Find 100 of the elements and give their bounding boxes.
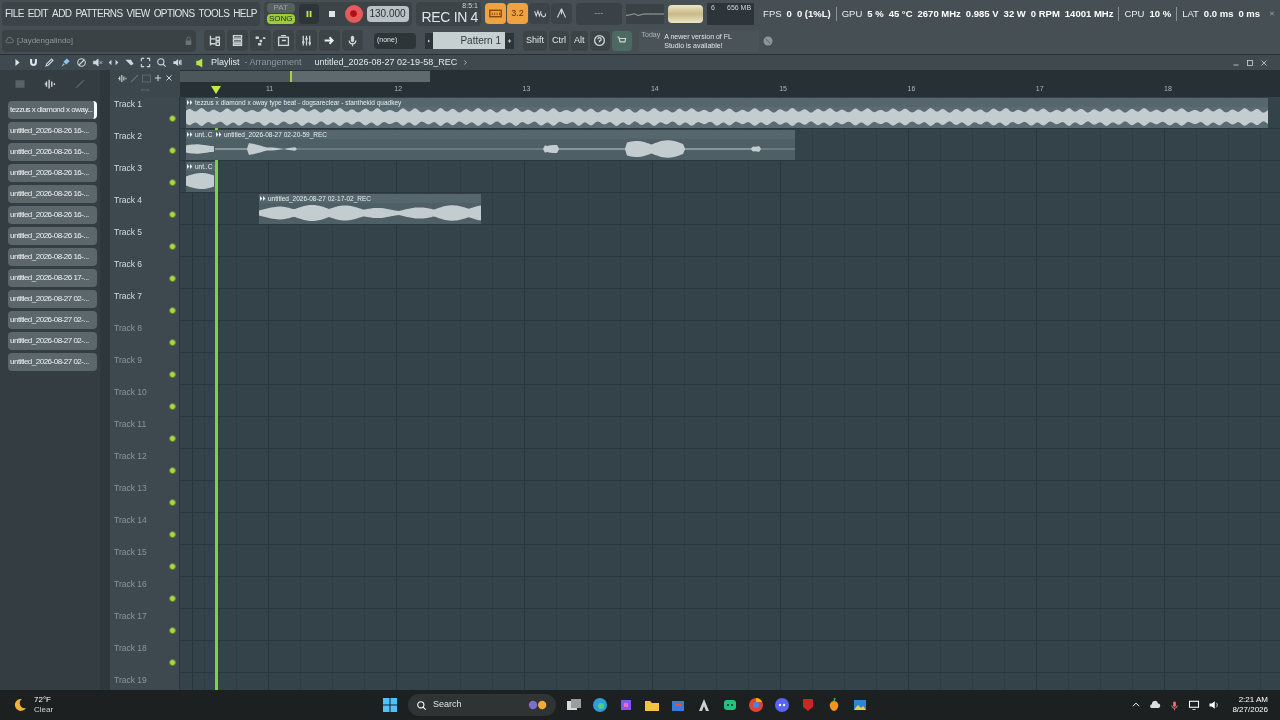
menu-item[interactable]: PATTERNS [75, 6, 123, 22]
menu-item[interactable]: VIEW [126, 6, 150, 22]
track-mute-button[interactable] [169, 275, 176, 282]
menu-item[interactable]: ADD [52, 6, 72, 22]
browser-clip-item[interactable]: untitled_2026-08-26 16-... [8, 206, 97, 224]
modifier-key[interactable]: Alt [571, 30, 588, 51]
track-header[interactable]: Track 15 [110, 545, 180, 577]
knife-icon[interactable] [124, 57, 135, 68]
browser-icon[interactable] [592, 697, 608, 713]
track-mute-button[interactable] [169, 243, 176, 250]
menu-item[interactable]: OPTIONS [153, 6, 195, 22]
clip-menu-icon[interactable] [187, 164, 193, 169]
clip-menu-icon[interactable] [260, 196, 266, 201]
track-mute-button[interactable] [169, 403, 176, 410]
menu-item[interactable]: FILE [5, 6, 24, 22]
modifier-key[interactable]: Ctrl [549, 30, 569, 51]
clip-source-name[interactable]: untitled_2026-08-27 02-19-58_REC [314, 55, 458, 70]
weather-temperature[interactable]: 72°F [34, 695, 54, 705]
clock-date[interactable]: 8/27/2026 [1232, 705, 1268, 715]
windows-start-icon[interactable] [382, 697, 398, 713]
browser-clip-item[interactable]: tezzus x diamond x oway... [8, 101, 97, 119]
track-mute-button[interactable] [169, 307, 176, 314]
browser-clip-item[interactable]: untitled_2026-08-26 16-... [8, 143, 97, 161]
track-mute-button[interactable] [169, 627, 176, 634]
track-header[interactable]: Track 12 [110, 449, 180, 481]
browser-clip-item[interactable]: untitled_2026-08-26 16-... [8, 122, 97, 140]
browser-clip-item[interactable]: untitled_2026-08-26 17-... [8, 269, 97, 287]
track-mute-button[interactable] [169, 659, 176, 666]
browser-clip-item[interactable]: untitled_2026-08-26 16-... [8, 227, 97, 245]
track-header[interactable]: Track 10 [110, 385, 180, 417]
track-header[interactable]: Track 9 [110, 353, 180, 385]
track-mute-button[interactable] [169, 339, 176, 346]
track-mute-button[interactable] [169, 147, 176, 154]
microphone-button[interactable] [342, 30, 363, 52]
volume-icon[interactable] [1208, 699, 1221, 711]
track-header[interactable]: Track 1 [110, 97, 180, 129]
user-account-field[interactable]: [Jaydengalindo] [2, 29, 196, 52]
track-mute-button[interactable] [169, 179, 176, 186]
track-header[interactable]: Track 11 [110, 417, 180, 449]
channel-rack-button[interactable] [227, 30, 248, 52]
track-mute-button[interactable] [169, 211, 176, 218]
game-controller-icon[interactable] [774, 697, 790, 713]
menu-item[interactable]: EDIT [27, 6, 49, 22]
cloud-icon[interactable] [1149, 699, 1162, 711]
track-header[interactable]: Track 14 [110, 513, 180, 545]
speaker-icon[interactable] [172, 57, 183, 68]
track-mute-button[interactable] [169, 435, 176, 442]
modifier-key[interactable]: Shift [523, 30, 547, 51]
track-mute-button[interactable] [169, 499, 176, 506]
browser-clip-item[interactable]: untitled_2026-08-27 02-... [8, 311, 97, 329]
track-header[interactable]: Track 13 [110, 481, 180, 513]
browser-clip-item[interactable]: untitled_2026-08-26 16-... [8, 164, 97, 182]
playhead-marker-icon[interactable] [211, 86, 221, 94]
maximize-icon[interactable] [1246, 58, 1254, 67]
clip-menu-icon[interactable] [187, 132, 193, 137]
menu-item[interactable]: HELP [233, 6, 257, 22]
waveform-icon[interactable] [116, 72, 128, 84]
track-mute-button[interactable] [169, 595, 176, 602]
clip-menu-icon[interactable] [216, 132, 222, 137]
brush-icon[interactable] [60, 57, 71, 68]
letter-a-app-icon[interactable] [696, 697, 712, 713]
pattern-selector[interactable]: Pattern 1 [433, 32, 505, 50]
help-button[interactable] [589, 30, 610, 51]
chevron-up-icon[interactable] [1131, 700, 1142, 710]
scrollbar-thumb[interactable] [290, 71, 430, 82]
clock-time[interactable]: 2:21 AM [1238, 695, 1268, 705]
track-header[interactable]: Track 7 [110, 289, 180, 321]
browser-clip-item[interactable]: untitled_2026-08-27 02-... [8, 290, 97, 308]
piano-roll-button[interactable] [250, 30, 271, 52]
play-arrow-icon[interactable] [12, 57, 23, 68]
display-icon[interactable] [1188, 699, 1201, 711]
track-header[interactable]: Track 18 [110, 641, 180, 673]
prohibited-icon[interactable] [76, 57, 87, 68]
track-header[interactable]: Track 8 [110, 321, 180, 353]
track-header[interactable]: Track 17 [110, 609, 180, 641]
typing-keyboard-toggle[interactable] [484, 3, 506, 25]
menu-item[interactable]: TOOLS [198, 6, 230, 22]
mode-toggle[interactable]: SONG [266, 14, 295, 25]
chat-app-icon[interactable] [722, 697, 738, 713]
search-field[interactable]: Search [408, 694, 556, 716]
track-mute-button[interactable] [169, 467, 176, 474]
track-mute-button[interactable] [169, 531, 176, 538]
browser-clip-item[interactable]: untitled_2026-08-26 16-... [8, 248, 97, 266]
magnet-icon[interactable] [28, 57, 39, 68]
task-view-icon[interactable] [566, 697, 582, 713]
playlist-button[interactable] [273, 30, 294, 52]
browser-clip-item[interactable]: untitled_2026-08-27 02-... [8, 353, 97, 371]
sparkle-app-icon[interactable] [618, 697, 634, 713]
browser-clip-item[interactable]: untitled_2026-08-27 02-... [8, 332, 97, 350]
add-icon[interactable] [152, 73, 163, 83]
globe-icon[interactable] [761, 34, 774, 47]
track-mute-button[interactable] [169, 115, 176, 122]
tempo-field[interactable]: 130.000 [366, 5, 409, 22]
track-header[interactable]: Track 3 [110, 161, 180, 193]
track-header[interactable]: Track 6 [110, 257, 180, 289]
mute-icon[interactable] [92, 57, 103, 68]
play-pause-button[interactable] [298, 3, 319, 24]
weather-condition[interactable]: Clear [34, 705, 54, 715]
select-icon[interactable] [140, 57, 151, 68]
track-mute-button[interactable] [169, 563, 176, 570]
